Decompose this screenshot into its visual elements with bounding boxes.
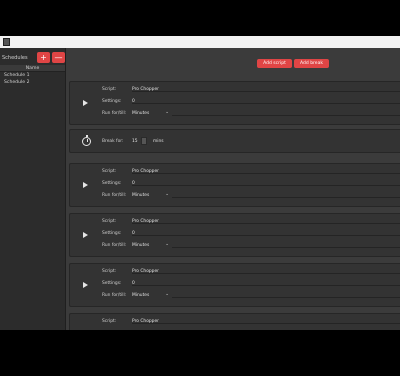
script-field-line bbox=[132, 168, 400, 174]
run-unit-value: Minutes bbox=[132, 243, 150, 248]
script-entry: Script: Pro Chopper Settings: 0 Run for/… bbox=[69, 263, 400, 307]
chevron-down-icon: ⌄ bbox=[165, 110, 169, 115]
script-entry: Script: Pro Chopper Settings: 0 Run for/… bbox=[69, 163, 400, 207]
settings-field-line bbox=[132, 230, 400, 236]
run-unit-select[interactable]: Minutes ⌄ bbox=[132, 192, 170, 198]
sidebar-title: Schedules bbox=[2, 55, 28, 61]
run-field-line[interactable] bbox=[172, 242, 400, 248]
run-field-line[interactable] bbox=[172, 292, 400, 298]
chevron-down-icon: ⌄ bbox=[165, 192, 169, 197]
run-field-line[interactable] bbox=[172, 110, 400, 116]
schedules-sidebar: Schedules + — Name Schedule 1 Schedule 2 bbox=[0, 48, 66, 330]
break-unit: mins bbox=[153, 139, 164, 144]
run-unit-value: Minutes bbox=[132, 111, 150, 116]
list-item[interactable]: Schedule 2 bbox=[0, 79, 65, 86]
settings-field-line bbox=[132, 180, 400, 186]
remove-schedule-button[interactable]: — bbox=[52, 52, 65, 63]
script-field-line bbox=[132, 86, 400, 92]
chevron-down-icon: ⌄ bbox=[165, 242, 169, 247]
sidebar-header: Schedules + — bbox=[0, 48, 65, 65]
settings-field-line bbox=[132, 280, 400, 286]
run-unit-value: Minutes bbox=[132, 193, 150, 198]
run-unit-value: Minutes bbox=[132, 293, 150, 298]
script-label: Script: bbox=[102, 219, 117, 224]
entries-list: Script: Pro Chopper Settings: 0 Run for/… bbox=[67, 73, 400, 330]
add-script-button[interactable]: Add script bbox=[257, 59, 292, 68]
break-label: Break for: bbox=[102, 139, 124, 144]
script-label: Script: bbox=[102, 269, 117, 274]
run-label: Run for/till: bbox=[102, 243, 127, 248]
schedule-window: Schedules + — Name Schedule 1 Schedule 2… bbox=[0, 36, 400, 330]
script-entry: Script: Pro Chopper Settings: 0 Run for/… bbox=[69, 213, 400, 257]
settings-label: Settings: bbox=[102, 281, 122, 286]
play-icon[interactable] bbox=[83, 282, 88, 288]
run-label: Run for/till: bbox=[102, 193, 127, 198]
chevron-down-icon: ⌄ bbox=[165, 292, 169, 297]
play-icon[interactable] bbox=[83, 100, 88, 106]
app-icon bbox=[3, 38, 10, 46]
script-field-line bbox=[132, 218, 400, 224]
script-field-line bbox=[132, 318, 400, 324]
add-schedule-button[interactable]: + bbox=[37, 52, 50, 63]
run-field-line[interactable] bbox=[172, 192, 400, 198]
script-label: Script: bbox=[102, 87, 117, 92]
script-label: Script: bbox=[102, 169, 117, 174]
add-break-button[interactable]: Add break bbox=[294, 59, 329, 68]
list-item[interactable]: Schedule 1 bbox=[0, 72, 65, 79]
settings-label: Settings: bbox=[102, 181, 122, 186]
script-label: Script: bbox=[102, 319, 117, 324]
run-label: Run for/till: bbox=[102, 111, 127, 116]
script-field-line bbox=[132, 268, 400, 274]
run-unit-select[interactable]: Minutes ⌄ bbox=[132, 242, 170, 248]
script-entry: Script: Pro Chopper bbox=[69, 313, 400, 330]
duration-spinner[interactable] bbox=[141, 137, 147, 145]
run-unit-select[interactable]: Minutes ⌄ bbox=[132, 110, 170, 116]
run-unit-select[interactable]: Minutes ⌄ bbox=[132, 292, 170, 298]
settings-field-line bbox=[132, 98, 400, 104]
play-icon[interactable] bbox=[83, 182, 88, 188]
settings-label: Settings: bbox=[102, 231, 122, 236]
script-entry: Script: Pro Chopper Settings: 0 Run for/… bbox=[69, 81, 400, 125]
settings-label: Settings: bbox=[102, 99, 122, 104]
play-icon[interactable] bbox=[83, 232, 88, 238]
column-header-name[interactable]: Name bbox=[0, 65, 65, 72]
break-duration-field[interactable]: 15 bbox=[132, 139, 138, 144]
break-entry: Break for: 15 mins bbox=[69, 129, 400, 153]
run-label: Run for/till: bbox=[102, 293, 127, 298]
stopwatch-icon bbox=[82, 135, 91, 146]
title-bar bbox=[0, 36, 400, 48]
